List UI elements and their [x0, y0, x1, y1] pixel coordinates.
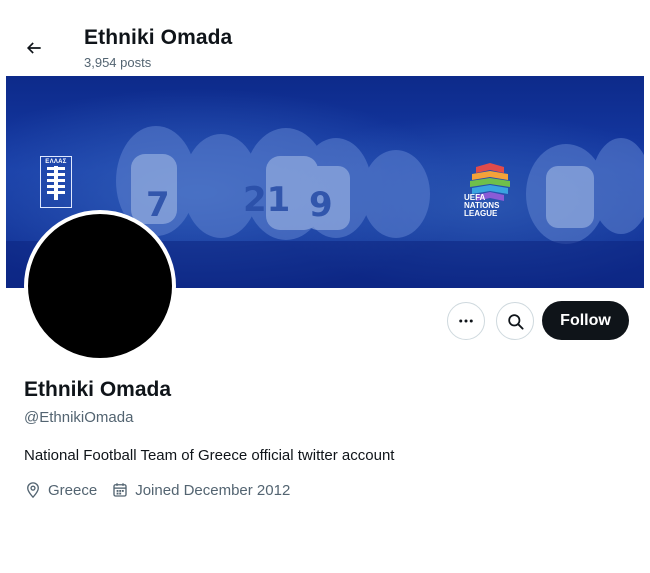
nations-league-text: UEFA NATIONS LEAGUE [464, 193, 500, 218]
calendar-icon [111, 481, 129, 499]
profile-page: Ethniki Omada 3,954 posts 7 21 9 ΕΛΛΑΣ U… [0, 0, 650, 573]
joined-item: Joined December 2012 [111, 481, 290, 499]
profile-meta: Greece Joined December 2012 [24, 480, 304, 500]
back-button[interactable] [18, 32, 50, 64]
posts-count: 3,954 posts [84, 55, 152, 70]
profile-display-name: Ethniki Omada [24, 378, 172, 401]
header-display-name: Ethniki Omada [84, 26, 233, 49]
follow-button[interactable]: Follow [542, 301, 629, 340]
svg-text:7: 7 [146, 185, 170, 225]
greek-federation-badge: ΕΛΛΑΣ [40, 156, 72, 208]
svg-text:9: 9 [309, 185, 333, 225]
location-item: Greece [24, 481, 97, 499]
more-dots-icon [459, 319, 473, 323]
profile-handle: @EthnikiOmada [24, 409, 134, 426]
search-profile-button[interactable] [496, 302, 534, 340]
profile-bio: National Football Team of Greece officia… [24, 447, 395, 464]
joined-text: Joined December 2012 [135, 481, 291, 499]
svg-text:21: 21 [243, 180, 290, 220]
profile-avatar[interactable] [24, 210, 176, 362]
location-pin-icon [24, 481, 42, 499]
more-options-button[interactable] [447, 302, 485, 340]
profile-header: Ethniki Omada 3,954 posts [0, 0, 650, 76]
greek-flag-icon [47, 166, 65, 200]
arrow-left-icon [26, 42, 41, 54]
location-text: Greece [48, 481, 98, 499]
search-icon [507, 313, 524, 330]
